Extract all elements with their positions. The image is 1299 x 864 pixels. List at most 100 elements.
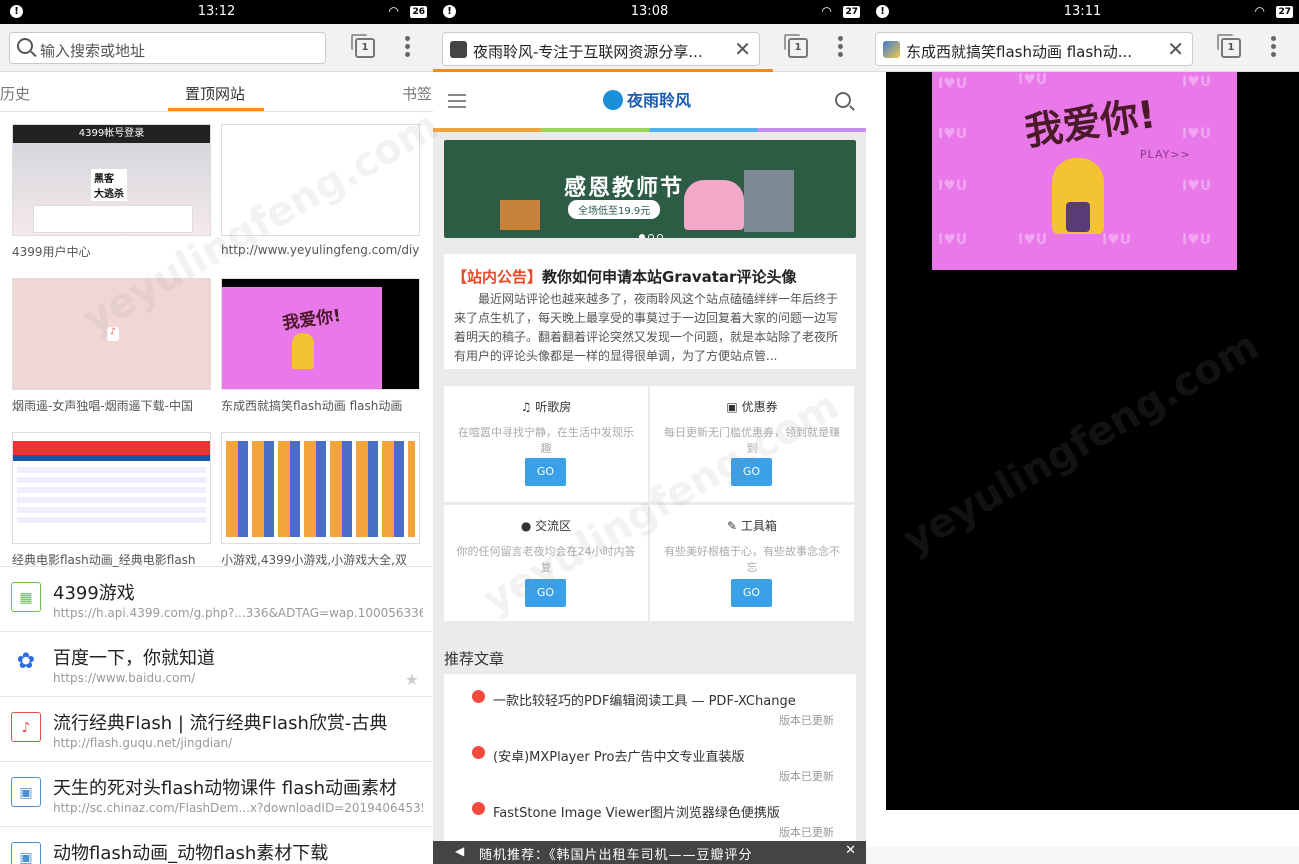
flash-icon: ♪	[107, 327, 119, 341]
announcement-card[interactable]: 【站内公告】教你如何申请本站Gravatar评论头像 最近网站评论也越来越多了，…	[444, 254, 856, 369]
pattern-text: I♥U	[1102, 232, 1132, 248]
top-site-tile[interactable]: 经典电影flash动画_经典电影flash	[12, 432, 211, 568]
tabs-count-button[interactable]: 1	[1217, 34, 1241, 58]
go-button[interactable]: GO	[731, 458, 772, 486]
random-recommend-ticker[interactable]: ◀ 随机推荐：《韩国片出租车司机——豆瓣评分 ✕	[433, 841, 866, 864]
close-ticker-icon[interactable]: ✕	[845, 843, 856, 858]
banner-title: 感恩教师节	[564, 176, 685, 201]
pattern-text: I♥U	[1182, 232, 1212, 248]
home-tabs: 历史 置顶网站 书签	[0, 72, 433, 112]
search-icon[interactable]	[835, 92, 851, 108]
overflow-menu-icon[interactable]	[405, 36, 411, 60]
recommend-status: 版本已更新	[779, 770, 834, 783]
overflow-menu-icon[interactable]	[838, 36, 844, 60]
recommend-item[interactable]: FastStone Image Viewer图片浏览器绿色便携版 版本已更新	[444, 786, 856, 842]
close-tab-icon[interactable]: ✕	[734, 37, 751, 61]
pattern-text: I♥U	[938, 232, 968, 248]
tab-top-sites[interactable]: 置顶网站	[185, 83, 245, 104]
cart-icon: ▣	[726, 400, 742, 414]
bullet-dot	[472, 746, 485, 759]
pattern-text: I♥U	[1018, 232, 1048, 248]
browser-toolbar: 输入搜索或地址 1	[0, 24, 433, 72]
wrench-icon: ✎	[727, 519, 741, 533]
flash-icon: ♪	[11, 712, 41, 742]
status-bar: ! 13:11 ◠ 27	[866, 0, 1299, 24]
feature-title: ♫ 听歌房	[520, 400, 572, 414]
music-icon: ♫	[520, 400, 536, 414]
tabs-count-button[interactable]: 1	[351, 34, 375, 58]
tab-bookmarks[interactable]: 书签	[402, 83, 432, 104]
close-tab-icon[interactable]: ✕	[1167, 37, 1184, 61]
history-item[interactable]: ✿ 百度一下，你就知道 https://www.baidu.com/ ★	[0, 632, 433, 697]
feature-title: ▣ 优惠券	[726, 400, 778, 414]
active-tab-indicator	[168, 108, 264, 111]
announcement-title: 教你如何申请本站Gravatar评论头像	[542, 268, 797, 286]
flash-preview: 我爱你!	[222, 287, 382, 389]
logo-text: 夜雨聆风	[627, 91, 692, 110]
promo-banner[interactable]: 感恩教师节 全场低至19.9元	[444, 140, 856, 238]
history-list: ▦ 4399游戏 https://h.api.4399.com/g.php?..…	[0, 567, 433, 864]
star-icon[interactable]: ★	[405, 670, 419, 689]
current-tab[interactable]: 东成西就搞笑flash动画 flash动... ✕	[875, 32, 1193, 66]
history-item[interactable]: ▦ 4399游戏 https://h.api.4399.com/g.php?..…	[0, 567, 433, 632]
history-title: 百度一下，你就知道	[53, 648, 215, 669]
go-button[interactable]: GO	[525, 458, 566, 486]
battery-level: 27	[843, 6, 860, 18]
history-title: 流行经典Flash | 流行经典Flash欣赏-古典	[53, 713, 388, 734]
play-link[interactable]: PLAY>>	[1140, 148, 1191, 161]
recommend-item[interactable]: 一款比较轻巧的PDF编辑阅读工具 — PDF-XChange 版本已更新	[444, 674, 856, 730]
recommend-heading: 推荐文章	[444, 650, 505, 668]
recommend-item[interactable]: (安卓)MXPlayer Pro去广告中文专业直装版 版本已更新	[444, 730, 856, 786]
feature-desc: 在喧嚣中寻找宁静，在生活中发现乐趣	[458, 426, 634, 455]
top-site-tile[interactable]: 4399帐号登录 黑客 大逃杀 4399用户中心	[12, 124, 211, 260]
browser-panel-top-sites: ! 13:12 ◠ 26 输入搜索或地址 1 历史 置顶网站 书签 4399帐号…	[0, 0, 433, 864]
current-tab[interactable]: 夜雨聆风-专注于互联网资源分享... ✕	[442, 32, 760, 66]
flash-animation[interactable]: I♥U I♥U I♥U I♥U I♥U I♥U I♥U I♥U I♥U I♥U …	[932, 72, 1237, 270]
browser-panel-flash: ! 13:11 ◠ 27 东成西就搞笑flash动画 flash动... ✕ 1…	[866, 0, 1299, 864]
browser-panel-website: ! 13:08 ◠ 27 夜雨聆风-专注于互联网资源分享... ✕ 1 夜雨聆风…	[433, 0, 866, 864]
go-button[interactable]: GO	[525, 579, 566, 607]
site-logo[interactable]: 夜雨聆风	[603, 87, 691, 111]
top-site-tile[interactable]: 小游戏,4399小游戏,小游戏大全,双	[221, 432, 420, 568]
browser-toolbar: 夜雨聆风-专注于互联网资源分享... ✕ 1	[433, 24, 866, 72]
baidu-paw-icon: ✿	[16, 649, 36, 674]
thumb-bar	[13, 455, 210, 461]
recommend-status: 版本已更新	[779, 826, 834, 839]
thumb-header: 4399帐号登录	[13, 125, 210, 143]
top-site-tile[interactable]: 我爱你! 东成西就搞笑flash动画 flash动画	[221, 278, 420, 414]
history-item[interactable]: ▣ 天生的死对头flash动物课件 flash动画素材 http://sc.ch…	[0, 762, 433, 827]
status-time: 13:11	[1063, 4, 1102, 19]
history-item[interactable]: ▣ 动物flash动画_动物flash素材下载	[0, 827, 433, 864]
tab-history[interactable]: 历史	[0, 83, 30, 104]
speaker-icon: ◀	[455, 844, 465, 858]
history-title: 动物flash动画_动物flash素材下载	[53, 843, 329, 864]
recommend-title: (安卓)MXPlayer Pro去广告中文专业直装版	[493, 750, 745, 765]
search-input[interactable]: 输入搜索或地址	[9, 32, 326, 64]
top-site-tile[interactable]: ♪ 烟雨遥-女声独唱-烟雨遥下载-中国	[12, 278, 211, 414]
search-icon	[17, 38, 33, 54]
thumb-content	[17, 467, 206, 527]
singer-figure	[292, 333, 314, 369]
tile-thumbnail	[221, 432, 420, 544]
pattern-text: I♥U	[938, 126, 968, 142]
top-site-tile[interactable]: http://www.yeyulingfeng.com/diy	[221, 124, 420, 257]
hamburger-menu-icon[interactable]	[448, 94, 466, 112]
ticker-text: 随机推荐：《韩国片出租车司机——豆瓣评分	[479, 848, 753, 863]
tabs-count-button[interactable]: 1	[784, 34, 808, 58]
history-item[interactable]: ♪ 流行经典Flash | 流行经典Flash欣赏-古典 http://flas…	[0, 697, 433, 762]
carousel-dots[interactable]	[639, 225, 666, 238]
history-url: https://h.api.4399.com/g.php?...336&ADTA…	[53, 606, 423, 620]
game-icon: ▦	[11, 582, 41, 612]
feature-card-forum: ● 交流区 你的任何留言老夜均会在24小时内答复 GO	[444, 505, 648, 621]
go-button[interactable]: GO	[731, 579, 772, 607]
tile-title: 经典电影flash动画_经典电影flash	[12, 553, 196, 567]
overflow-menu-icon[interactable]	[1271, 36, 1277, 60]
feature-title: ● 交流区	[520, 519, 572, 533]
tab-title: 夜雨聆风-专注于互联网资源分享...	[473, 43, 703, 61]
announcement-tag: 【站内公告】	[452, 268, 543, 286]
history-title: 天生的死对头flash动物课件 flash动画素材	[53, 778, 398, 799]
notebook-illustration	[744, 170, 794, 232]
tile-title: 烟雨遥-女声独唱-烟雨遥下载-中国	[12, 399, 193, 413]
thumb-content	[226, 441, 415, 537]
tile-thumbnail	[12, 432, 211, 544]
